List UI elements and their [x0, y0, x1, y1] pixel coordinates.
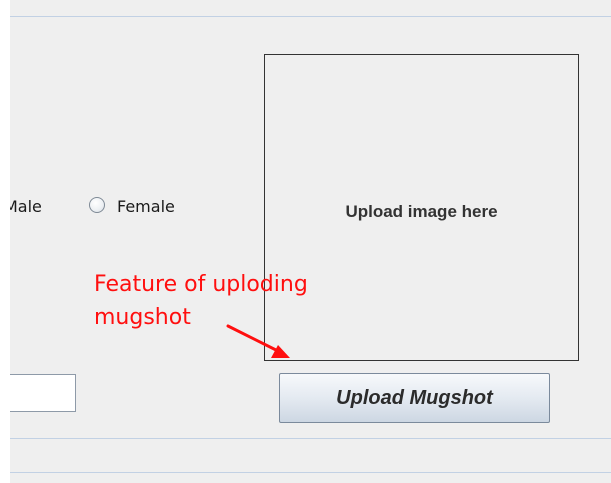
- female-radio-button[interactable]: [89, 197, 105, 213]
- image-placeholder-text: Upload image here: [345, 202, 498, 221]
- form-panel: Male Female Upload image here Feature of…: [10, 0, 611, 483]
- annotation-line-2: mugshot: [94, 305, 191, 330]
- middle-divider: [10, 438, 611, 439]
- male-radio-label[interactable]: Male: [10, 197, 42, 216]
- annotation-note: Feature of uploding mugshot: [94, 268, 308, 334]
- mugshot-image-area: Upload image here: [264, 54, 579, 361]
- annotation-line-1: Feature of uploding: [94, 272, 308, 297]
- upload-mugshot-button[interactable]: Upload Mugshot: [279, 373, 550, 423]
- bottom-divider: [10, 472, 611, 473]
- top-divider: [10, 16, 611, 17]
- female-radio-label[interactable]: Female: [117, 197, 175, 216]
- text-input-field[interactable]: [10, 374, 76, 412]
